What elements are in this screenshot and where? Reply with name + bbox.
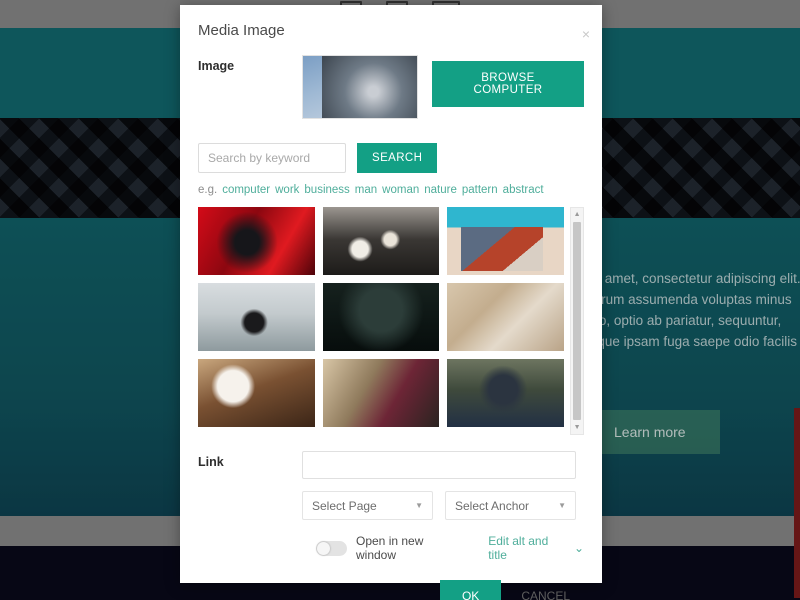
tag-link-pattern[interactable]: pattern	[462, 184, 498, 196]
scrollbar-thumb[interactable]	[573, 222, 581, 420]
media-image-dialog: Media Image × Image BROWSE COMPUTER SEAR…	[180, 5, 602, 600]
tag-link-man[interactable]: man	[355, 184, 377, 196]
link-target-selects: Select Page ▼ Select Anchor ▼	[302, 491, 584, 520]
tag-link-abstract[interactable]: abstract	[503, 184, 544, 196]
dialog-footer: OK CANCEL	[180, 562, 602, 600]
search-button[interactable]: SEARCH	[357, 143, 438, 173]
select-anchor-dropdown[interactable]: Select Anchor ▼	[445, 491, 576, 520]
gallery-thumbnail[interactable]	[447, 359, 565, 427]
browse-computer-button[interactable]: BROWSE COMPUTER	[432, 61, 584, 107]
tag-link-nature[interactable]: nature	[424, 184, 457, 196]
tag-link-business[interactable]: business	[304, 184, 349, 196]
dialog-title: Media Image	[198, 21, 285, 39]
image-field-row: Image BROWSE COMPUTER	[198, 55, 584, 119]
select-anchor-value: Select Anchor	[455, 498, 530, 513]
open-in-new-window-toggle[interactable]	[316, 540, 347, 556]
scroll-up-icon[interactable]: ▲	[571, 208, 583, 221]
close-icon[interactable]: ×	[582, 27, 590, 41]
gallery-scrollbar[interactable]: ▲ ▼	[570, 207, 584, 435]
image-field-label: Image	[198, 59, 235, 73]
chevron-down-icon: ▼	[415, 501, 423, 510]
gallery-thumbnail[interactable]	[322, 359, 440, 427]
gallery-thumbnail[interactable]	[447, 283, 565, 351]
search-row: SEARCH	[198, 143, 584, 173]
scroll-down-icon[interactable]: ▼	[571, 421, 583, 434]
tag-link-woman[interactable]: woman	[382, 184, 419, 196]
link-field-label: Link	[198, 455, 224, 469]
gallery-thumbnail[interactable]	[447, 207, 565, 275]
gallery-thumbnail[interactable]	[198, 207, 315, 275]
tag-link-computer[interactable]: computer	[222, 184, 270, 196]
dialog-header: Media Image ×	[180, 5, 602, 55]
toggle-knob	[317, 541, 330, 555]
gallery-thumbnail[interactable]	[322, 283, 440, 351]
chevron-down-icon: ▼	[558, 501, 566, 510]
ok-button[interactable]: OK	[439, 580, 502, 600]
gallery-thumbnail[interactable]	[198, 283, 315, 351]
image-gallery-grid	[198, 207, 565, 435]
editor-page: Intro with media Lorem ipsum dolor sit a…	[0, 0, 800, 600]
edit-alt-and-title-link[interactable]: Edit alt and title ⌄	[488, 534, 584, 562]
search-input[interactable]	[198, 143, 346, 173]
chevron-down-icon: ⌄	[573, 541, 584, 555]
gallery-thumbnail[interactable]	[198, 359, 315, 427]
tag-prefix-label: e.g.	[198, 184, 218, 196]
tag-suggestions: e.g. computer work business man woman nature pa…	[198, 184, 584, 196]
gallery-wrapper: ▲ ▼	[198, 207, 584, 435]
tag-link-work[interactable]: work	[275, 184, 299, 196]
open-in-new-window-label: Open in new window	[356, 534, 424, 562]
link-options-row: Open in new window Edit alt and title ⌄	[316, 534, 584, 562]
gallery-thumbnail[interactable]	[322, 207, 440, 275]
link-field-row: Link	[198, 451, 584, 479]
edit-alt-and-title-label: Edit alt and title	[488, 534, 549, 562]
select-page-value: Select Page	[312, 498, 377, 513]
dialog-body: Image BROWSE COMPUTER SEARCH e.g. compute…	[180, 55, 602, 562]
image-preview-thumbnail[interactable]	[302, 55, 418, 119]
select-page-dropdown[interactable]: Select Page ▼	[302, 491, 433, 520]
cancel-button[interactable]: CANCEL	[511, 580, 580, 600]
link-input[interactable]	[302, 451, 576, 479]
scrollbar-track[interactable]	[571, 221, 583, 421]
